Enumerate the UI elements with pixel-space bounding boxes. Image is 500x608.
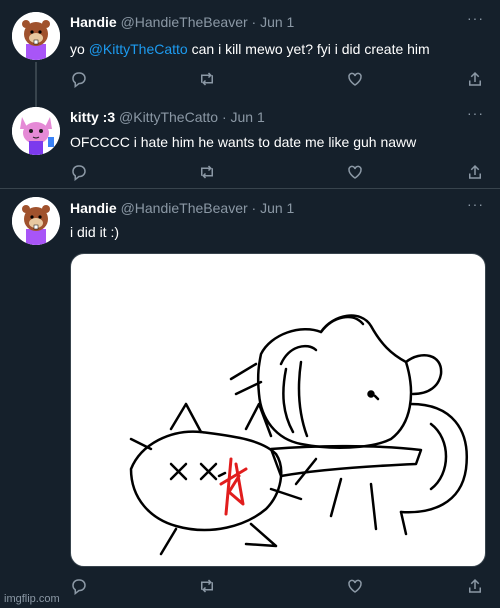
separator: · bbox=[251, 200, 257, 216]
user-handle[interactable]: @HandieTheBeaver bbox=[121, 14, 248, 30]
share-icon bbox=[469, 578, 481, 593]
display-name[interactable]: Handie bbox=[70, 14, 117, 30]
retweet-icon bbox=[201, 165, 213, 179]
share-icon bbox=[469, 71, 481, 86]
display-name[interactable]: kitty :3 bbox=[70, 109, 115, 125]
avatar[interactable] bbox=[12, 197, 60, 245]
retweet-button[interactable] bbox=[198, 70, 218, 90]
drawing-illustration bbox=[129, 314, 468, 556]
more-options-icon[interactable]: ··· bbox=[467, 10, 484, 26]
tweet-date[interactable]: Jun 1 bbox=[260, 200, 294, 216]
tweet-date[interactable]: Jun 1 bbox=[231, 109, 265, 125]
tweet-header: Handie @HandieTheBeaver · Jun 1 bbox=[70, 199, 294, 217]
tweet-actions bbox=[70, 163, 481, 183]
retweet-icon bbox=[201, 579, 213, 593]
more-options-icon[interactable]: ··· bbox=[467, 196, 484, 212]
heart-icon bbox=[348, 579, 362, 593]
separator: · bbox=[221, 109, 227, 125]
reply-button[interactable] bbox=[70, 163, 90, 183]
pink-cat-avatar-icon bbox=[12, 107, 60, 155]
retweet-button[interactable] bbox=[198, 577, 218, 597]
tweet-date[interactable]: Jun 1 bbox=[260, 14, 294, 30]
share-button[interactable] bbox=[466, 70, 486, 90]
beaver-avatar-icon bbox=[12, 12, 60, 60]
user-handle[interactable]: @KittyTheCatto bbox=[119, 109, 218, 125]
watermark: imgflip.com bbox=[4, 593, 60, 605]
tweet-2[interactable]: kitty :3 @KittyTheCatto · Jun 1 ··· OFCC… bbox=[0, 95, 500, 188]
tweet-actions bbox=[70, 70, 481, 90]
separator: · bbox=[251, 14, 257, 30]
more-options-icon[interactable]: ··· bbox=[467, 105, 484, 121]
reply-button[interactable] bbox=[70, 577, 90, 597]
reply-icon bbox=[72, 579, 86, 596]
like-button[interactable] bbox=[346, 70, 366, 90]
avatar[interactable] bbox=[12, 12, 60, 60]
tweet-1[interactable]: Handie @HandieTheBeaver · Jun 1 ··· yo @… bbox=[0, 0, 500, 95]
like-button[interactable] bbox=[346, 163, 366, 183]
like-button[interactable] bbox=[346, 577, 366, 597]
reply-icon bbox=[72, 165, 86, 182]
tweet-header: Handie @HandieTheBeaver · Jun 1 bbox=[70, 13, 294, 31]
thread-line bbox=[35, 62, 37, 95]
thread-line bbox=[35, 95, 37, 107]
tweet-media-image[interactable] bbox=[70, 253, 486, 567]
tweet-text-before: yo bbox=[70, 41, 89, 57]
heart-icon bbox=[348, 165, 362, 179]
retweet-icon bbox=[201, 72, 213, 86]
retweet-button[interactable] bbox=[198, 163, 218, 183]
share-icon bbox=[469, 164, 481, 179]
tweet-text-after: can i kill mewo yet? fyi i did create hi… bbox=[187, 41, 430, 57]
beaver-avatar-icon bbox=[12, 197, 60, 245]
reply-icon bbox=[72, 72, 86, 89]
share-button[interactable] bbox=[466, 577, 486, 597]
display-name[interactable]: Handie bbox=[70, 200, 117, 216]
share-button[interactable] bbox=[466, 163, 486, 183]
reply-button[interactable] bbox=[70, 70, 90, 90]
tweet-header: kitty :3 @KittyTheCatto · Jun 1 bbox=[70, 108, 265, 126]
user-handle[interactable]: @HandieTheBeaver bbox=[121, 200, 248, 216]
tweet-text: yo @KittyTheCatto can i kill mewo yet? f… bbox=[70, 40, 430, 58]
tweet-text: OFCCCC i hate him he wants to date me li… bbox=[70, 134, 417, 150]
avatar[interactable] bbox=[12, 107, 60, 155]
mention-link[interactable]: @KittyTheCatto bbox=[89, 41, 188, 57]
tweet-text: i did it :) bbox=[70, 224, 120, 240]
heart-icon bbox=[348, 72, 362, 86]
tweet-actions bbox=[70, 577, 481, 597]
